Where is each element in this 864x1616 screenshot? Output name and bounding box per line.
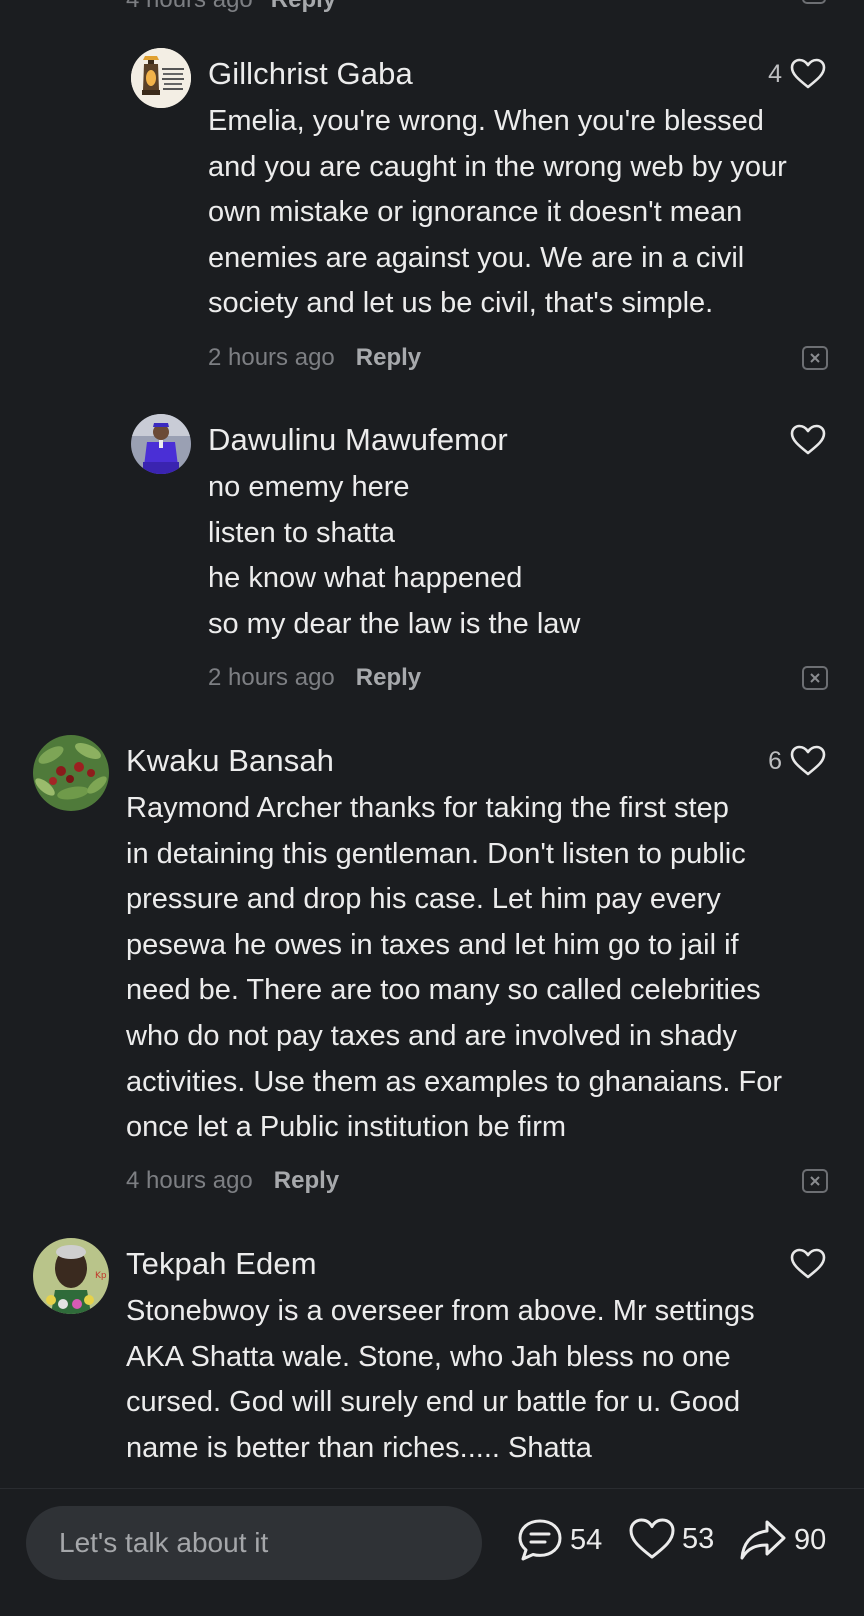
- likes-count: 53: [682, 1522, 715, 1555]
- share-arrow-icon: [740, 1520, 786, 1560]
- comment-time: 4 hours ago: [126, 0, 253, 13]
- svg-text:Kp: Kp: [95, 1271, 107, 1281]
- heart-icon[interactable]: [790, 1248, 826, 1280]
- avatar[interactable]: Kp: [33, 1238, 109, 1314]
- comment-text: Emelia, you're wrong. When you're blesse…: [208, 105, 787, 320]
- hide-comment-button[interactable]: [802, 666, 828, 690]
- comment-meta: 2 hours ago Reply: [208, 344, 421, 372]
- close-icon: [810, 353, 820, 363]
- comment-text: Stonebwoy is a overseer from above. Mr s…: [126, 1295, 755, 1464]
- reply-button[interactable]: Reply: [356, 664, 421, 692]
- like-control[interactable]: [790, 1248, 826, 1280]
- heart-icon[interactable]: [790, 424, 826, 456]
- comment-meta: 4 hours ago Reply: [126, 1167, 339, 1195]
- comment-text: no ememy here listen to shatta he know w…: [208, 471, 581, 640]
- heart-icon: [629, 1518, 675, 1559]
- reply-button[interactable]: Reply: [274, 1167, 339, 1195]
- comment-time: 4 hours ago: [126, 1167, 253, 1194]
- like-control[interactable]: [790, 424, 826, 456]
- comments-count: 54: [570, 1523, 603, 1556]
- previous-comment-meta: 4 hours ago Reply: [126, 0, 336, 14]
- reply-button[interactable]: Reply: [271, 0, 336, 13]
- hide-comment-button[interactable]: [802, 346, 828, 370]
- comment-author[interactable]: Tekpah Edem: [126, 1246, 317, 1282]
- heart-icon[interactable]: [790, 745, 826, 777]
- reply-button[interactable]: Reply: [356, 344, 421, 372]
- like-control[interactable]: 6: [768, 745, 826, 777]
- portrait-photo-avatar: Kp: [33, 1238, 109, 1314]
- heart-icon[interactable]: [790, 58, 826, 90]
- comment-input-placeholder: Let's talk about it: [59, 1527, 269, 1558]
- comment-bubble-icon: [518, 1519, 562, 1561]
- comments-button[interactable]: 54: [516, 1517, 602, 1563]
- like-control[interactable]: 4: [768, 58, 826, 90]
- comment-time: 2 hours ago: [208, 664, 335, 691]
- like-count: 6: [768, 746, 782, 775]
- share-button[interactable]: 90: [738, 1517, 826, 1563]
- comment-text: Raymond Archer thanks for taking the fir…: [126, 792, 783, 1144]
- avatar[interactable]: [131, 48, 191, 108]
- comment-time: 2 hours ago: [208, 344, 335, 371]
- like-post-button[interactable]: 53: [628, 1517, 714, 1561]
- close-icon: [810, 1176, 820, 1186]
- comment-meta: 2 hours ago Reply: [208, 664, 421, 692]
- like-count: 4: [768, 59, 782, 88]
- hide-comment-button[interactable]: [802, 1169, 828, 1193]
- plant-photo-avatar: [33, 735, 109, 811]
- close-icon: [810, 673, 820, 683]
- lantern-avatar-icon: [131, 48, 191, 108]
- comment-input[interactable]: Let's talk about it: [26, 1506, 482, 1580]
- comment-author[interactable]: Dawulinu Mawufemor: [208, 422, 508, 458]
- comment-author[interactable]: Gillchrist Gaba: [208, 56, 413, 92]
- avatar[interactable]: [131, 414, 191, 474]
- hide-comment-button[interactable]: [802, 0, 826, 4]
- person-photo-avatar: [131, 414, 191, 474]
- avatar[interactable]: [33, 735, 109, 811]
- bottom-action-bar: Let's talk about it 54 53 90: [0, 1488, 864, 1616]
- comment-author[interactable]: Kwaku Bansah: [126, 743, 334, 779]
- shares-count: 90: [794, 1523, 827, 1556]
